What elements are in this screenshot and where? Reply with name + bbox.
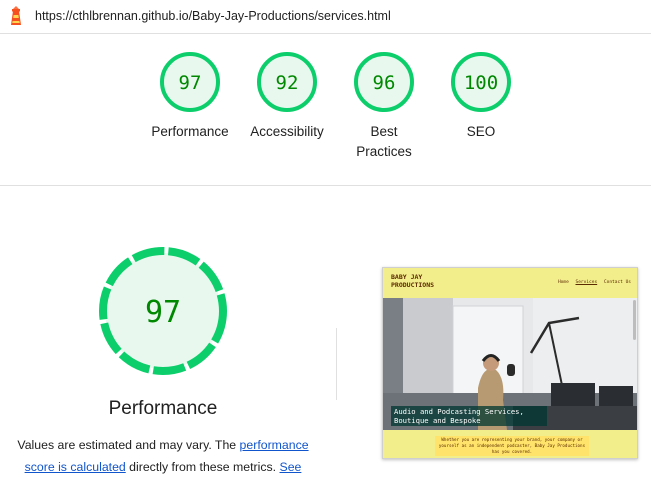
performance-score-large: 97 xyxy=(145,295,181,330)
performance-note: Values are estimated and may vary. The p… xyxy=(16,434,310,478)
gauge-label: Accessibility xyxy=(250,124,324,139)
gauge-label: Best Practices xyxy=(334,122,434,162)
lighthouse-icon xyxy=(11,6,21,25)
gauge-label: Performance xyxy=(151,124,229,139)
gauge-performance[interactable]: 97 Performance xyxy=(140,50,240,142)
nav-services: Services xyxy=(575,280,598,285)
gauge-best-practices[interactable]: 96 Best Practices xyxy=(334,50,434,162)
nav-home: Home xyxy=(557,280,569,285)
gauge-label-line2: Practices xyxy=(356,144,412,159)
gauge-accessibility[interactable]: 92 Accessibility xyxy=(237,50,337,142)
site-brand: BABY JAY PRODUCTIONS xyxy=(391,273,451,289)
see-link[interactable]: See xyxy=(280,460,302,474)
gauge-score: 97 xyxy=(179,72,202,94)
intro-paragraph: Whether you are representing your brand,… xyxy=(435,436,589,456)
gauge-score: 96 xyxy=(373,72,396,94)
url-bar: https://cthlbrennan.github.io/Baby-Jay-P… xyxy=(0,0,651,34)
gauge-score: 100 xyxy=(464,72,498,94)
page-url[interactable]: https://cthlbrennan.github.io/Baby-Jay-P… xyxy=(35,9,391,23)
gauge-ring: 97 xyxy=(160,52,220,112)
final-screenshot[interactable]: BABY JAY PRODUCTIONS Home Services Conta… xyxy=(382,267,638,459)
gauge-seo[interactable]: 100 SEO xyxy=(431,50,531,142)
brand-line1: BABY JAY xyxy=(391,273,423,281)
nav-contact: Contact Us xyxy=(603,280,631,285)
performance-title: Performance xyxy=(108,398,218,419)
gauge-ring: 96 xyxy=(354,52,414,112)
site-header: BABY JAY PRODUCTIONS Home Services Conta… xyxy=(383,268,637,298)
scrollbar xyxy=(633,300,636,340)
hero-heading: Audio and Podcasting Services, Boutique … xyxy=(391,406,547,426)
gauge-score: 92 xyxy=(276,72,299,94)
gauge-ring: 92 xyxy=(257,52,317,112)
gauge-label: SEO xyxy=(466,124,496,139)
section-divider xyxy=(0,185,651,186)
note-text-2: directly from these metrics. xyxy=(125,460,280,474)
gauge-ring: 100 xyxy=(451,52,511,112)
brand-line2: PRODUCTIONS xyxy=(391,281,435,289)
note-text: Values are estimated and may vary. The xyxy=(17,438,240,452)
vertical-divider xyxy=(336,328,337,400)
performance-gauge-large: 97 xyxy=(99,247,227,375)
gauge-label-line1: Best xyxy=(370,124,398,139)
site-nav: Home Services Contact Us xyxy=(554,280,631,285)
